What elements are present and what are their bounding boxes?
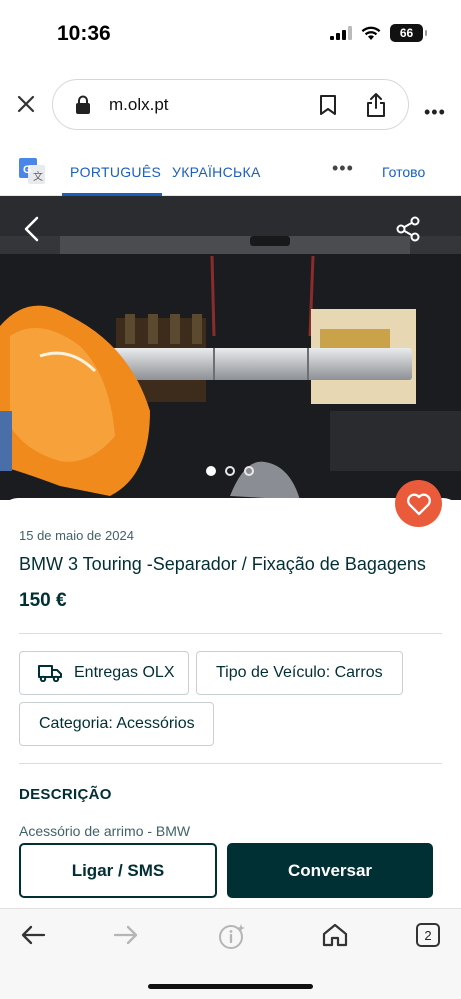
carousel-dot[interactable] — [244, 466, 254, 476]
home-indicator — [148, 984, 313, 989]
vehicle-type-chip: Tipo de Veículo: Carros — [196, 651, 403, 695]
status-time: 10:36 — [57, 22, 111, 45]
listing-image-carousel[interactable] — [0, 196, 461, 500]
browser-bottom-bar: 2 — [0, 908, 461, 999]
back-arrow-icon[interactable] — [22, 216, 42, 242]
call-sms-button[interactable]: Ligar / SMS — [19, 843, 217, 898]
description-preview: Acessório de arrimo - BMW — [19, 826, 191, 838]
carousel-dot[interactable] — [206, 466, 216, 476]
url-text: m.olx.pt — [109, 95, 169, 114]
tabs-icon[interactable]: 2 — [416, 923, 440, 947]
divider — [19, 633, 442, 634]
translate-done-button[interactable]: Готово — [382, 164, 425, 180]
carousel-dots — [206, 466, 254, 476]
translate-more-icon[interactable]: ••• — [332, 158, 354, 179]
vehicle-type-label: Tipo de Veículo: Carros — [216, 664, 383, 681]
info-icon[interactable] — [218, 923, 246, 951]
description-heading: DESCRIÇÃO — [19, 786, 112, 803]
browser-toolbar: m.olx.pt ••• — [0, 70, 461, 138]
home-icon[interactable] — [322, 923, 348, 947]
wifi-icon — [361, 26, 381, 40]
delivery-chip[interactable]: Entregas OLX — [19, 651, 189, 695]
address-bar[interactable]: m.olx.pt — [52, 79, 409, 130]
listing-price: 150 € — [19, 590, 67, 611]
share-icon[interactable] — [365, 92, 387, 118]
svg-text:G: G — [23, 164, 32, 176]
category-label: Categoria: Acessórios — [39, 715, 195, 732]
status-icons: 66 — [330, 24, 427, 42]
battery-icon: 66 — [390, 24, 427, 42]
listing-photo — [0, 196, 461, 500]
chat-button[interactable]: Conversar — [227, 843, 433, 898]
carousel-dot[interactable] — [225, 466, 235, 476]
listing-title: BMW 3 Touring -Separador / Fixação de Ba… — [19, 554, 426, 574]
close-icon[interactable] — [14, 92, 38, 116]
heart-icon — [406, 493, 431, 515]
tab-source-language[interactable]: PORTUGUÊS — [70, 164, 161, 180]
divider — [19, 763, 442, 764]
contact-actions-bar: Ligar / SMS Conversar — [0, 838, 461, 908]
description-text: Acessório de arrimo - BMW — [19, 826, 439, 838]
share-nodes-icon[interactable] — [395, 216, 421, 242]
forward-icon[interactable] — [112, 923, 140, 947]
tab-target-language[interactable]: УКРАЇНСЬКА — [172, 164, 261, 180]
status-bar: 10:36 66 — [0, 0, 461, 70]
truck-icon — [38, 665, 62, 682]
delivery-label: Entregas OLX — [74, 664, 175, 681]
category-chip: Categoria: Acessórios — [19, 702, 214, 746]
bookmark-icon[interactable] — [318, 94, 338, 116]
google-translate-icon: G 文 — [19, 158, 45, 184]
listing-date: 15 de maio de 2024 — [19, 528, 134, 543]
svg-text:文: 文 — [33, 170, 43, 183]
back-icon[interactable] — [19, 923, 47, 947]
lock-icon — [76, 95, 90, 114]
signal-icon — [330, 26, 352, 40]
translate-bar: G 文 PORTUGUÊS УКРАЇНСЬКА ••• Готово — [0, 138, 461, 196]
more-icon[interactable]: ••• — [424, 102, 446, 123]
favorite-button[interactable] — [395, 480, 442, 527]
